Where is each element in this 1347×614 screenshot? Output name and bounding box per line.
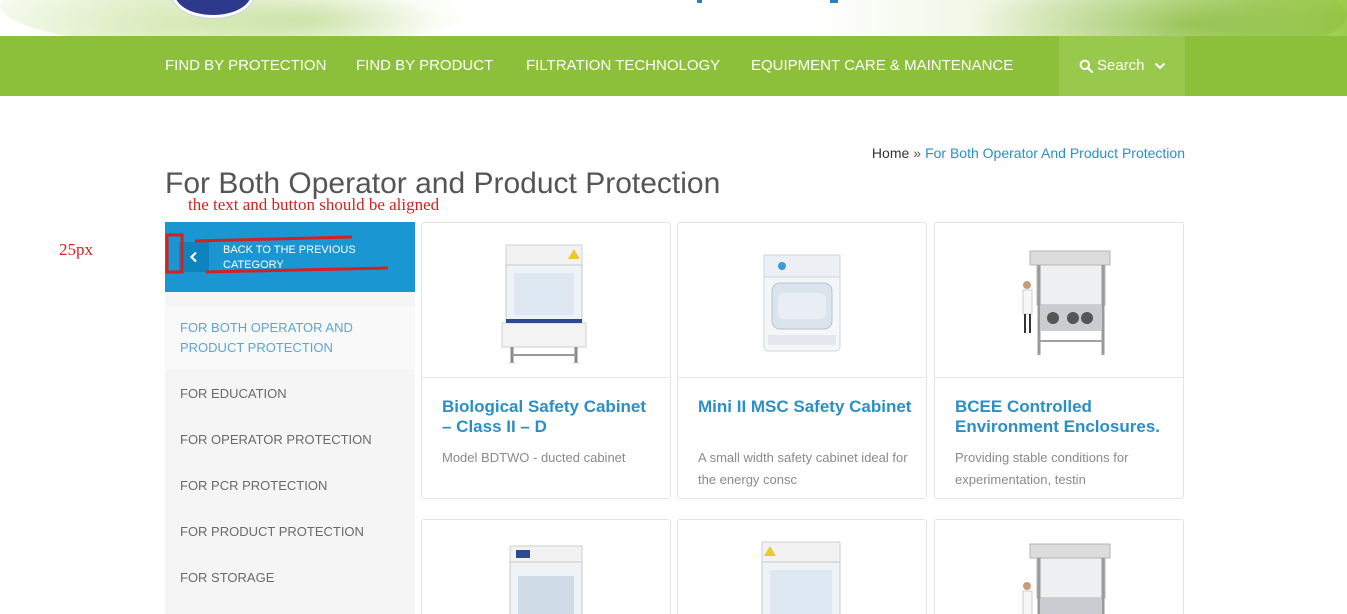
back-chevron-box	[179, 242, 209, 272]
breadcrumb-separator: »	[913, 145, 922, 161]
product-description: Model BDTWO - ducted cabinet	[442, 450, 626, 465]
product-name[interactable]: Biological Safety Cabinet – Class II – D	[442, 397, 657, 437]
search-icon	[1079, 59, 1093, 73]
category-item-pcr-protection[interactable]: FOR PCR PROTECTION	[165, 476, 415, 496]
header-banner	[0, 0, 1347, 36]
safety-cabinet-image	[509, 545, 583, 614]
product-name[interactable]: BCEE Controlled Environment Enclosures.	[955, 397, 1170, 437]
product-card[interactable]: BCEE Controlled Environment Enclosures. …	[934, 222, 1184, 499]
nav-find-by-product[interactable]: FIND BY PRODUCT	[356, 36, 493, 96]
chevron-down-icon	[1154, 62, 1166, 70]
category-item-storage[interactable]: FOR STORAGE	[165, 568, 415, 588]
chevron-left-icon	[189, 251, 197, 263]
back-to-previous-category-button[interactable]: BACK TO THE PREVIOUS CATEGORY	[165, 222, 415, 292]
product-description: Providing stable conditions for experime…	[955, 450, 1129, 487]
banner-tagline-fragment	[830, 0, 838, 3]
main-nav: FIND BY PROTECTION FIND BY PRODUCT FILTR…	[0, 36, 1347, 96]
product-card[interactable]	[934, 519, 1184, 614]
banner-decoration	[967, 0, 1347, 36]
product-card[interactable]: Mini II MSC Safety Cabinet A small width…	[677, 222, 927, 499]
annotation-note: the text and button should be aligned	[188, 195, 440, 214]
product-name[interactable]: Mini II MSC Safety Cabinet	[698, 397, 913, 417]
enclosure-image	[1022, 543, 1111, 614]
search-label: Search	[1097, 57, 1145, 74]
category-item-both-protection[interactable]: FOR BOTH OPERATOR AND PRODUCT PROTECTION	[165, 306, 415, 370]
category-item-operator-protection[interactable]: FOR OPERATOR PROTECTION	[165, 430, 415, 450]
safety-cabinet-image	[501, 244, 587, 363]
enclosure-image	[1022, 250, 1111, 355]
annotation-spacing: 25px	[59, 240, 93, 259]
banner-tagline-fragment	[697, 0, 702, 3]
product-card[interactable]	[421, 519, 671, 614]
product-card[interactable]	[677, 519, 927, 614]
category-item-education[interactable]: FOR EDUCATION	[165, 384, 415, 404]
product-image	[935, 223, 1183, 378]
search-toggle[interactable]: Search	[1059, 36, 1185, 96]
product-card[interactable]: Biological Safety Cabinet – Class II – D…	[421, 222, 671, 499]
safety-cabinet-image	[761, 541, 841, 614]
nav-find-by-protection[interactable]: FIND BY PROTECTION	[165, 36, 326, 96]
category-list: FOR BOTH OPERATOR AND PRODUCT PROTECTION…	[165, 292, 415, 614]
breadcrumb-current[interactable]: For Both Operator And Product Protection	[925, 145, 1185, 161]
mini-cabinet-image	[763, 254, 841, 352]
product-image	[678, 223, 926, 378]
breadcrumb-home[interactable]: Home	[872, 145, 909, 161]
breadcrumb: Home» For Both Operator And Product Prote…	[872, 143, 1185, 163]
nav-filtration-technology[interactable]: FILTRATION TECHNOLOGY	[526, 36, 720, 96]
nav-equipment-care[interactable]: EQUIPMENT CARE & MAINTENANCE	[751, 36, 1013, 96]
product-image	[422, 223, 670, 378]
product-description: A small width safety cabinet ideal for t…	[698, 450, 908, 487]
category-item-product-protection[interactable]: FOR PRODUCT PROTECTION	[165, 522, 415, 542]
back-button-label: BACK TO THE PREVIOUS CATEGORY	[223, 244, 356, 271]
